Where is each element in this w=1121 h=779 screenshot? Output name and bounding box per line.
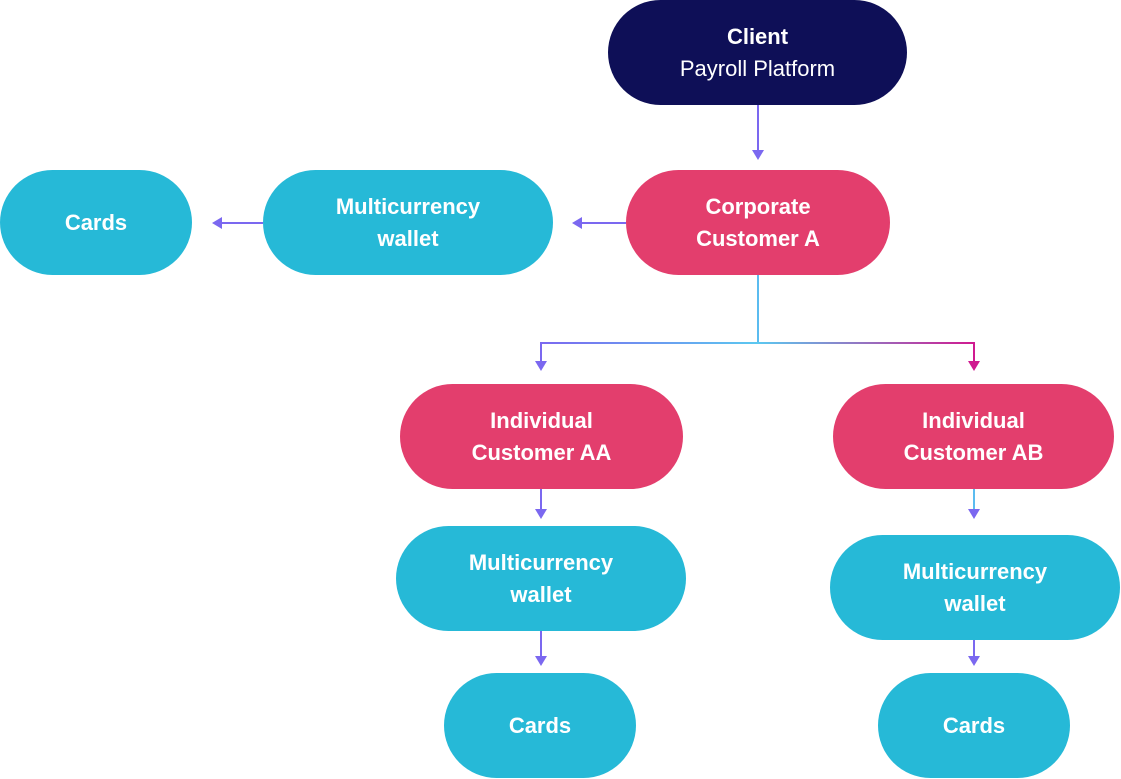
edge-wallet-a-to-cards-a xyxy=(212,217,263,229)
node-multicurrency-wallet-ab: Multicurrency wallet xyxy=(830,535,1120,640)
node-label-line1: Multicurrency xyxy=(335,193,481,219)
arrowhead-icon xyxy=(535,509,547,519)
node-label: Cards xyxy=(508,712,572,738)
edge-corporate-to-wallet-a xyxy=(572,217,626,229)
node-corporate-customer-a: Corporate Customer A xyxy=(626,170,890,275)
edge-wallet-aa-to-cards-aa xyxy=(535,631,547,666)
node-label-line1: Individual xyxy=(490,407,593,433)
node-label-line1: Corporate xyxy=(705,193,811,219)
arrowhead-icon xyxy=(752,150,764,160)
node-label-line2: Customer AB xyxy=(903,439,1044,465)
arrowhead-icon xyxy=(535,361,547,371)
node-label: Cards xyxy=(64,209,128,235)
edge-corporate-branch xyxy=(535,275,980,371)
node-label-line1: Individual xyxy=(922,407,1025,433)
node-client-payroll-platform: Client Payroll Platform xyxy=(608,0,907,105)
node-title: Client xyxy=(726,23,789,49)
node-label-line2: Customer AA xyxy=(471,439,612,465)
node-label-line1: Multicurrency xyxy=(902,558,1048,584)
arrowhead-icon xyxy=(968,656,980,666)
arrowhead-icon xyxy=(968,509,980,519)
arrowhead-icon xyxy=(535,656,547,666)
node-multicurrency-wallet-a: Multicurrency wallet xyxy=(263,170,553,275)
node-label-line1: Multicurrency xyxy=(468,549,614,575)
edge-individual-aa-to-wallet-aa xyxy=(535,489,547,519)
arrowhead-icon xyxy=(212,217,222,229)
node-label-line2: wallet xyxy=(944,590,1006,616)
node-label-line2: wallet xyxy=(377,225,439,251)
node-cards-a: Cards xyxy=(0,170,192,275)
node-multicurrency-wallet-aa: Multicurrency wallet xyxy=(396,526,686,631)
node-individual-customer-aa: Individual Customer AA xyxy=(400,384,683,489)
edge-client-to-corporate xyxy=(752,105,764,160)
node-label-line2: Customer A xyxy=(696,225,820,251)
arrowhead-icon xyxy=(572,217,582,229)
node-cards-ab: Cards xyxy=(878,673,1070,778)
arrowhead-icon xyxy=(968,361,980,371)
node-subtitle: Payroll Platform xyxy=(679,55,836,81)
edge-wallet-ab-to-cards-ab xyxy=(968,640,980,666)
edge-individual-ab-to-wallet-ab xyxy=(968,489,980,519)
node-cards-aa: Cards xyxy=(444,673,636,778)
node-individual-customer-ab: Individual Customer AB xyxy=(833,384,1114,489)
node-label: Cards xyxy=(942,712,1006,738)
node-label-line2: wallet xyxy=(510,581,572,607)
